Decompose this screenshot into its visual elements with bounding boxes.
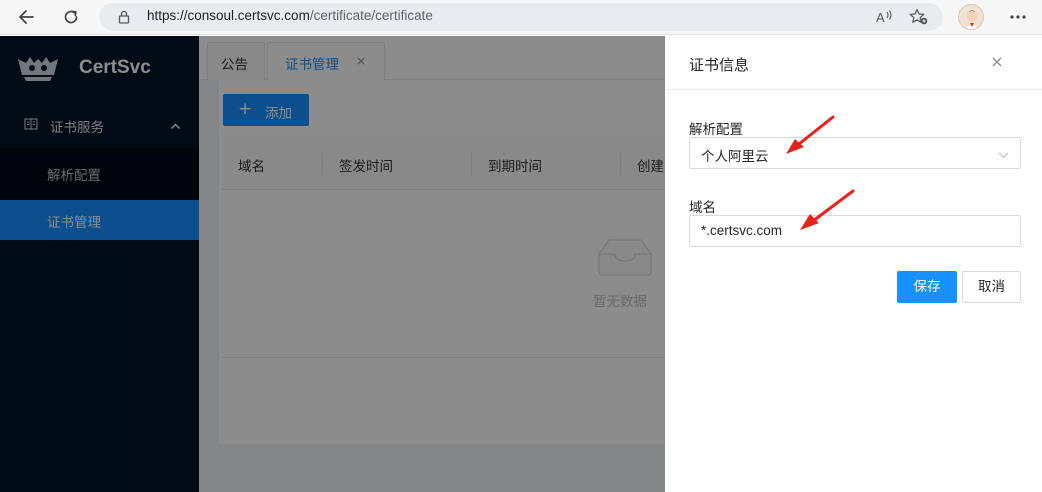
url-path: /certificate/certificate: [309, 8, 433, 23]
dns-config-label: 解析配置: [689, 122, 743, 138]
favorite-add-icon[interactable]: [908, 8, 930, 25]
chevron-down-icon: [998, 148, 1009, 163]
cancel-button[interactable]: 取消: [962, 271, 1021, 303]
drawer-header: 证书信息 ×: [665, 36, 1042, 90]
address-bar[interactable]: https://consoul.certsvc.com/certificate/…: [99, 3, 943, 31]
dns-config-select[interactable]: 个人阿里云: [689, 137, 1021, 169]
save-button[interactable]: 保存: [897, 271, 957, 303]
back-arrow-icon[interactable]: [12, 4, 40, 30]
read-aloud-icon[interactable]: A: [874, 9, 896, 25]
browser-toolbar: https://consoul.certsvc.com/certificate/…: [0, 0, 1042, 35]
domain-value: *.certsvc.com: [701, 223, 783, 238]
drawer-mask[interactable]: [0, 36, 665, 492]
cert-info-drawer: 证书信息 × 解析配置 个人阿里云 域名 *.certsvc.com 保存 取消: [665, 36, 1042, 492]
dns-config-value: 个人阿里云: [701, 149, 769, 165]
url-host: https://consoul.certsvc.com: [147, 8, 310, 23]
refresh-icon[interactable]: [57, 4, 85, 30]
svg-text:A: A: [876, 10, 885, 25]
drawer-title: 证书信息: [689, 56, 750, 74]
url-text[interactable]: https://consoul.certsvc.com/certificate/…: [147, 8, 433, 23]
profile-avatar[interactable]: [958, 4, 984, 30]
lock-icon[interactable]: [115, 9, 133, 25]
more-options-icon[interactable]: [1004, 4, 1032, 30]
annotation-arrow-icon: [800, 189, 855, 230]
annotation-arrow-icon: [786, 115, 835, 154]
close-icon[interactable]: ×: [987, 52, 1007, 72]
domain-label: 域名: [689, 200, 716, 216]
